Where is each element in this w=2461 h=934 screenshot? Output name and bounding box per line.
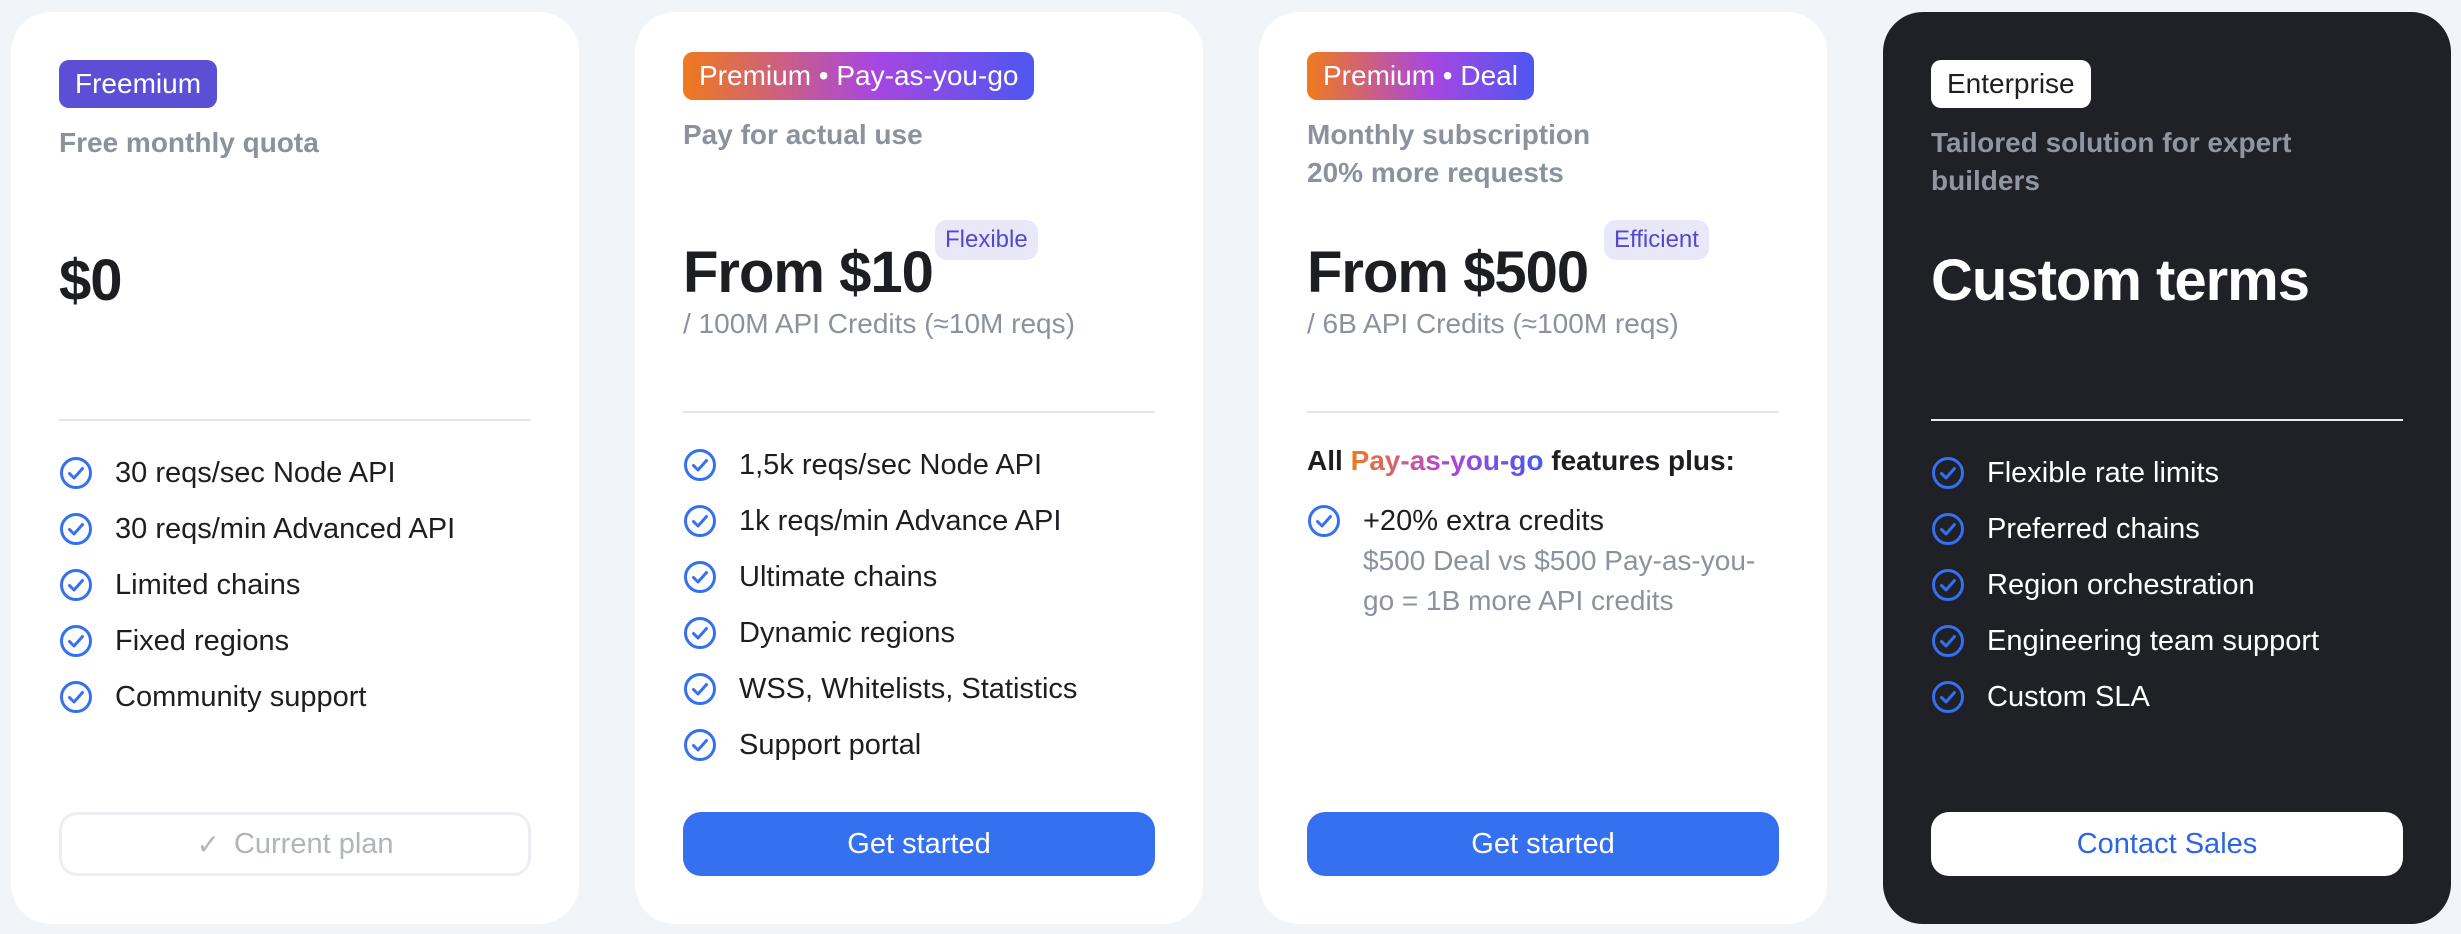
plan-price: From $10 bbox=[683, 240, 934, 305]
check-circle-icon bbox=[684, 729, 716, 761]
check-circle-icon bbox=[1308, 505, 1340, 537]
feature-note: $500 Deal vs $500 Pay-as-you-go = 1B mor… bbox=[1363, 545, 1756, 616]
plan-badge: Enterprise bbox=[1931, 60, 2091, 108]
check-icon: ✓ bbox=[196, 828, 220, 860]
feature-list: Flexible rate limits Preferred chains Re… bbox=[1931, 455, 2411, 735]
feature-list: 30 reqs/sec Node API 30 reqs/min Advance… bbox=[59, 455, 539, 735]
plan-subtitle: Pay for actual use bbox=[683, 119, 923, 150]
check-circle-icon bbox=[60, 625, 92, 657]
feature-list: 1,5k reqs/sec Node API 1k reqs/min Advan… bbox=[683, 447, 1163, 783]
feature-item: Custom SLA bbox=[1931, 679, 2411, 735]
feature-label: 1k reqs/min Advance API bbox=[739, 505, 1062, 537]
check-circle-icon bbox=[60, 513, 92, 545]
feature-label: Support portal bbox=[739, 729, 922, 761]
feature-label: Ultimate chains bbox=[739, 561, 938, 593]
feature-label: Engineering team support bbox=[1987, 625, 2320, 657]
check-circle-icon bbox=[1932, 513, 1964, 545]
feature-label: Custom SLA bbox=[1987, 681, 2150, 713]
current-plan-button[interactable]: ✓ Current plan bbox=[59, 812, 531, 876]
get-started-button[interactable]: Get started bbox=[683, 812, 1155, 876]
feature-label: Dynamic regions bbox=[739, 617, 955, 649]
divider bbox=[1307, 411, 1779, 413]
divider bbox=[683, 411, 1155, 413]
feature-item: Fixed regions bbox=[59, 623, 539, 679]
feature-item: 1,5k reqs/sec Node API bbox=[683, 447, 1163, 503]
feature-item: Preferred chains bbox=[1931, 511, 2411, 567]
feature-item: Dynamic regions bbox=[683, 615, 1163, 671]
divider bbox=[1931, 419, 2403, 421]
feature-label: WSS, Whitelists, Statistics bbox=[739, 673, 1078, 705]
plan-card-enterprise: Enterprise Tailored solution for expert … bbox=[1883, 12, 2451, 924]
feature-label: 30 reqs/min Advanced API bbox=[115, 513, 456, 545]
feature-label: Flexible rate limits bbox=[1987, 457, 2220, 489]
plan-subtitle: Free monthly quota bbox=[59, 127, 319, 158]
plan-subtitle-line: Monthly subscription bbox=[1307, 119, 1591, 150]
plan-price: From $500 bbox=[1307, 240, 1589, 305]
check-circle-icon bbox=[60, 569, 92, 601]
feature-item: 30 reqs/sec Node API bbox=[59, 455, 539, 511]
check-circle-icon bbox=[1932, 569, 1964, 601]
feature-label: Limited chains bbox=[115, 569, 301, 601]
feature-label: Fixed regions bbox=[115, 625, 290, 657]
check-circle-icon bbox=[684, 673, 716, 705]
features-heading-highlight: Pay-as-you-go bbox=[1350, 445, 1544, 476]
plan-subtitle: Monthly subscription 20% more requests bbox=[1307, 116, 1787, 192]
features-heading-prefix: All bbox=[1307, 445, 1343, 476]
feature-label: Community support bbox=[115, 681, 367, 713]
plan-subtitle-line: 20% more requests bbox=[1307, 157, 1564, 188]
feature-item: Region orchestration bbox=[1931, 567, 2411, 623]
plan-tag: Efficient bbox=[1604, 220, 1709, 260]
feature-label: +20% extra credits bbox=[1363, 505, 1604, 537]
features-heading-suffix: features plus: bbox=[1551, 445, 1735, 476]
feature-item: Support portal bbox=[683, 727, 1163, 783]
plan-price: Custom terms bbox=[1931, 248, 2310, 313]
check-circle-icon bbox=[1932, 457, 1964, 489]
divider bbox=[59, 419, 531, 421]
check-circle-icon bbox=[1932, 625, 1964, 657]
feature-label: 1,5k reqs/sec Node API bbox=[739, 449, 1043, 481]
feature-item: Limited chains bbox=[59, 567, 539, 623]
plan-card-freemium: Freemium Free monthly quota $0 30 reqs/s… bbox=[11, 12, 579, 924]
check-circle-icon bbox=[1932, 681, 1964, 713]
check-circle-icon bbox=[684, 561, 716, 593]
price-note: / 6B API Credits (≈100M reqs) bbox=[1307, 308, 1679, 339]
feature-item: WSS, Whitelists, Statistics bbox=[683, 671, 1163, 727]
feature-item: Engineering team support bbox=[1931, 623, 2411, 679]
check-circle-icon bbox=[684, 617, 716, 649]
plan-price: $0 bbox=[59, 248, 123, 313]
check-circle-icon bbox=[60, 681, 92, 713]
get-started-button[interactable]: Get started bbox=[1307, 812, 1779, 876]
feature-item: 30 reqs/min Advanced API bbox=[59, 511, 539, 567]
feature-label: 30 reqs/sec Node API bbox=[115, 457, 396, 489]
feature-label: Region orchestration bbox=[1987, 569, 2255, 601]
check-circle-icon bbox=[684, 505, 716, 537]
plan-card-pay-as-you-go: Premium • Pay-as-you-go Pay for actual u… bbox=[635, 12, 1203, 924]
feature-item: Community support bbox=[59, 679, 539, 735]
price-note: / 100M API Credits (≈10M reqs) bbox=[683, 308, 1075, 339]
plan-tag: Flexible bbox=[935, 220, 1038, 260]
feature-item: Ultimate chains bbox=[683, 559, 1163, 615]
plan-card-deal: Premium • Deal Monthly subscription 20% … bbox=[1259, 12, 1827, 924]
contact-sales-button[interactable]: Contact Sales bbox=[1931, 812, 2403, 876]
button-label: Current plan bbox=[233, 827, 394, 860]
check-circle-icon bbox=[684, 449, 716, 481]
features-heading: All Pay-as-you-go features plus: bbox=[1307, 445, 1735, 477]
feature-label: Preferred chains bbox=[1987, 513, 2200, 545]
plan-badge: Premium • Deal bbox=[1307, 52, 1534, 100]
check-circle-icon bbox=[60, 457, 92, 489]
feature-item: Flexible rate limits bbox=[1931, 455, 2411, 511]
feature-item: 1k reqs/min Advance API bbox=[683, 503, 1163, 559]
plan-badge: Freemium bbox=[59, 60, 218, 108]
plan-subtitle: Tailored solution for expert builders bbox=[1931, 127, 2292, 196]
plan-badge: Premium • Pay-as-you-go bbox=[683, 52, 1035, 100]
